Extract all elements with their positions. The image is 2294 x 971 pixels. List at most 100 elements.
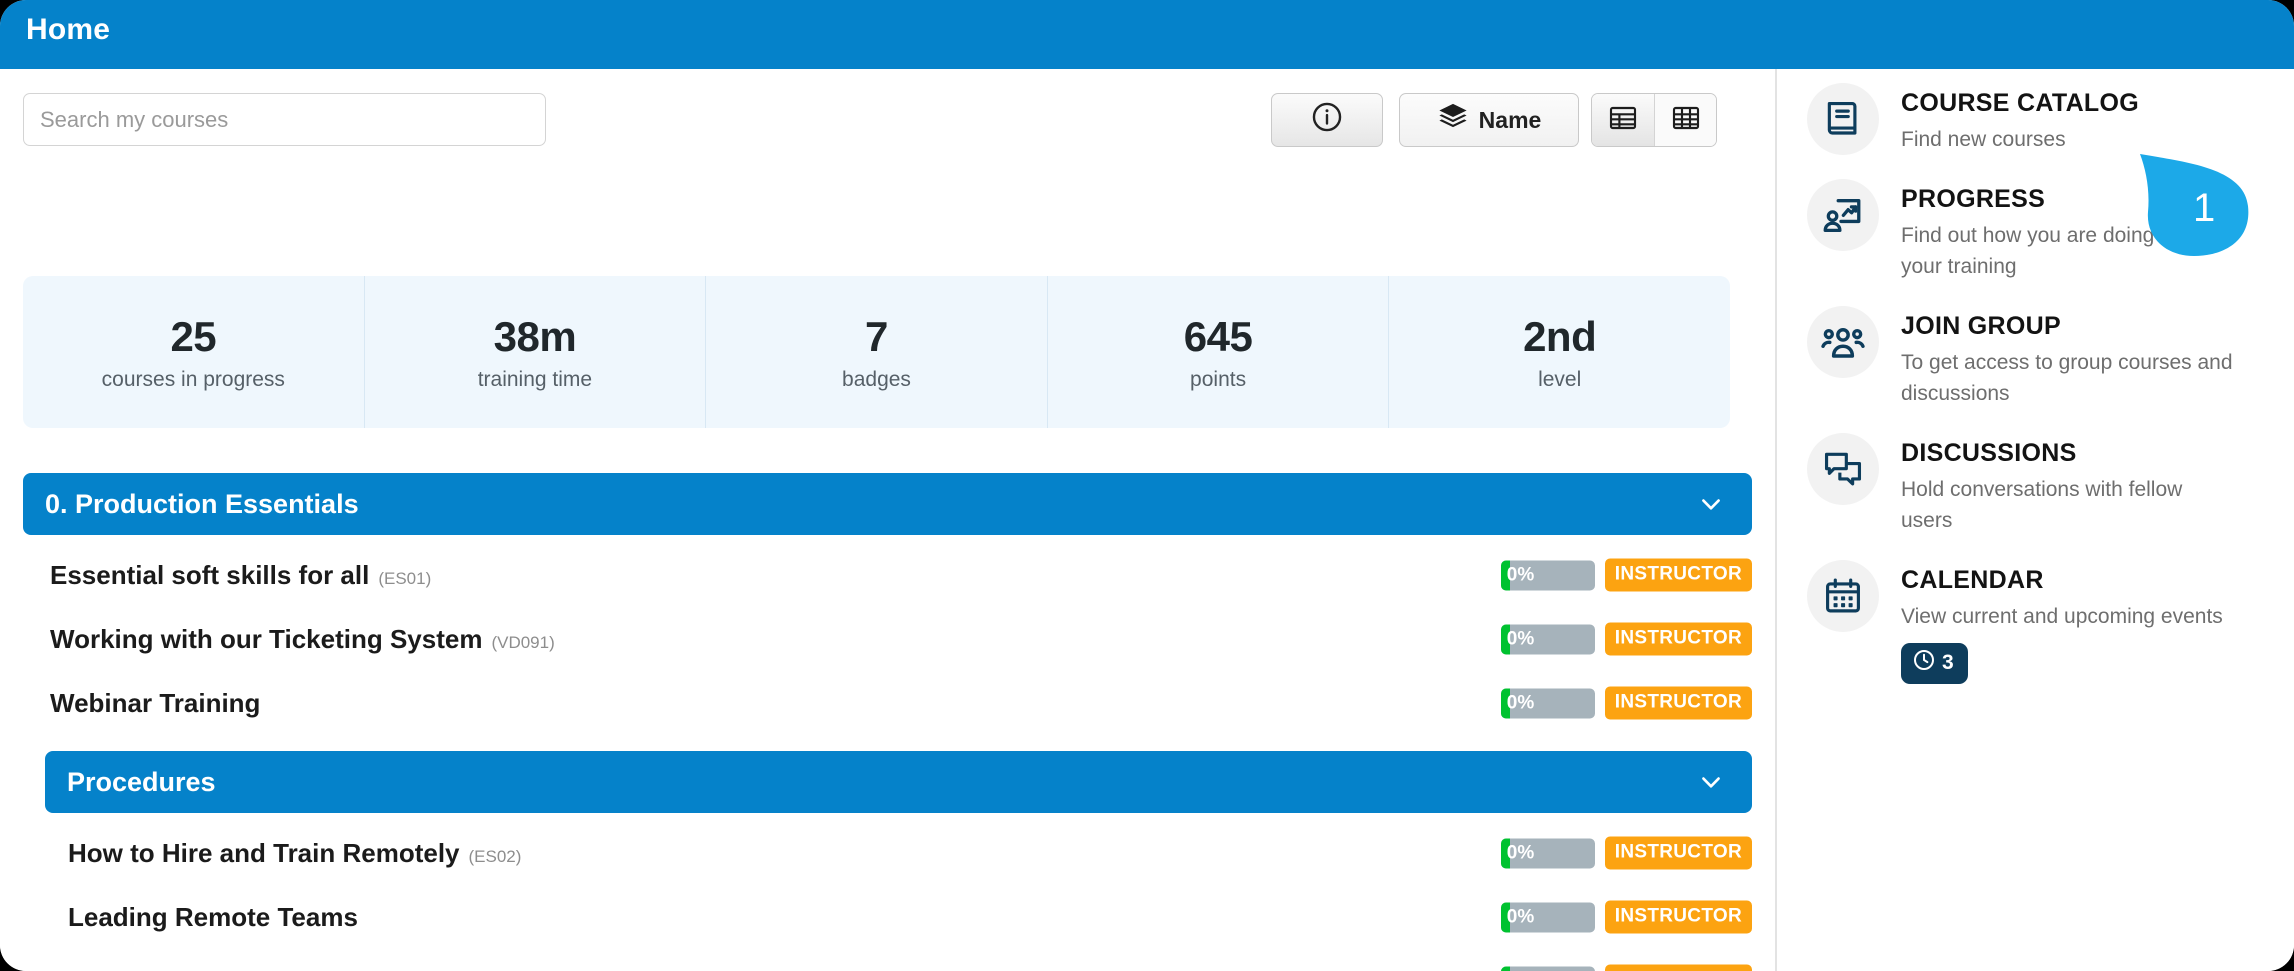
progress-bar: 0% — [1501, 902, 1595, 932]
course-row-meta: 0%INSTRUCTOR — [1501, 623, 1752, 656]
view-list-button[interactable] — [1592, 94, 1654, 146]
section-title: 0. Production Essentials — [45, 489, 359, 520]
stat-label: training time — [478, 368, 592, 392]
stat-label: level — [1538, 368, 1581, 392]
course-row-meta: 0% INSTRUCTOR — [1501, 687, 1752, 720]
page-title: Home — [26, 13, 110, 47]
rail-item-text: DISCUSSIONS Hold conversations with fello… — [1901, 433, 2233, 536]
courses-toolbar: Name — [0, 69, 1775, 156]
rail-item-progress[interactable]: PROGRESSFind out how you are doing with … — [1777, 179, 2294, 282]
course-name: Webinar Training — [50, 688, 260, 719]
rail-item-description: View current and upcoming events — [1901, 602, 2223, 632]
rail-item-calendar[interactable]: CALENDAR View current and upcoming events… — [1777, 560, 2294, 683]
course-row[interactable]: Leading Remote Teams 0% INSTRUCTOR — [0, 891, 1775, 943]
info-button[interactable] — [1271, 93, 1383, 147]
rail-item-discussions[interactable]: DISCUSSIONS Hold conversations with fello… — [1777, 433, 2294, 536]
group-people-icon — [1807, 306, 1879, 378]
rail-item-text: PROGRESSFind out how you are doing with … — [1901, 179, 2233, 282]
app-window: Home — [0, 0, 2294, 971]
rail-item-title: JOIN GROUP — [1901, 312, 2233, 341]
progress-bar: 0% — [1501, 966, 1595, 971]
course-row-meta: 0% INSTRUCTOR — [1501, 837, 1752, 870]
rail-item-title: CALENDAR — [1901, 566, 2223, 595]
stat-value: 2nd — [1523, 313, 1596, 361]
rail-item-text: CALENDAR View current and upcoming events… — [1901, 560, 2223, 683]
course-row-meta: 0% INSTRUCTOR — [1501, 559, 1752, 592]
stat-cell: 2nd level — [1389, 276, 1730, 428]
course-row[interactable]: Essential soft skills for all (ES01) 0% INS… — [0, 549, 1775, 601]
progress-chart-icon — [1807, 179, 1879, 251]
stat-cell: 645 points — [1048, 276, 1390, 428]
course-section-header[interactable]: 0. Production Essentials — [23, 473, 1752, 535]
sort-button-label: Name — [1479, 107, 1542, 134]
view-toggle — [1591, 93, 1717, 147]
page-body: Name — [0, 69, 2294, 971]
course-section-header[interactable]: Procedures — [45, 751, 1752, 813]
view-grid-button[interactable] — [1654, 94, 1716, 146]
progress-value: 0% — [1507, 906, 1534, 928]
course-row[interactable]: Webinar Training 0% INSTRUCTOR — [0, 677, 1775, 729]
stat-cell: 7 badges — [706, 276, 1048, 428]
stat-cell: 25courses in progress — [23, 276, 365, 428]
progress-value: 0% — [1507, 842, 1534, 864]
event-count-value: 3 — [1942, 651, 1954, 675]
clock-icon — [1912, 648, 1936, 678]
course-name: Essential soft skills for all — [50, 560, 369, 591]
layers-icon — [1437, 101, 1469, 139]
rail-item-description: Find out how you are doing with your tra… — [1901, 221, 2233, 282]
rail-item-title: DISCUSSIONS — [1901, 439, 2233, 468]
rail-item-course-catalog[interactable]: COURSE CATALOGFind new courses — [1777, 83, 2294, 155]
rail-item-join-group[interactable]: JOIN GROUP To get access to group courses… — [1777, 306, 2294, 409]
chevron-down-icon[interactable] — [1698, 491, 1724, 517]
main-content: Name — [0, 69, 1775, 971]
stat-value: 645 — [1184, 313, 1253, 361]
course-row[interactable]: Working with our Ticketing System(VD091)… — [0, 613, 1775, 665]
progress-bar: 0% — [1501, 560, 1595, 590]
rail-item-text: COURSE CATALOGFind new courses — [1901, 83, 2139, 155]
calendar-icon — [1807, 560, 1879, 632]
progress-value: 0% — [1507, 692, 1534, 714]
role-badge: INSTRUCTOR — [1605, 837, 1752, 870]
progress-value: 0% — [1507, 564, 1534, 586]
role-badge: INSTRUCTOR — [1605, 965, 1752, 971]
rail-item-description: Find new courses — [1901, 125, 2139, 155]
right-rail: COURSE CATALOGFind new courses PROGRESSF… — [1777, 69, 2294, 971]
course-row[interactable]: Work at Home Efficiently 0% INSTRUCTOR — [0, 955, 1775, 971]
rail-item-description: Hold conversations with fellow users — [1901, 475, 2233, 536]
event-count-badge: 3 — [1901, 643, 1968, 684]
stat-cell: 38m training time — [365, 276, 707, 428]
stat-value: 38m — [494, 313, 577, 361]
stat-label: points — [1190, 368, 1246, 392]
sort-button[interactable]: Name — [1399, 93, 1579, 147]
course-row[interactable]: How to Hire and Train Remotely (ES02) 0% IN… — [0, 827, 1775, 879]
course-list: 0. Production Essentials Essential soft … — [0, 449, 1775, 971]
stats-strip: 25courses in progress 38m training time 7 ba… — [23, 276, 1730, 428]
course-name: Work at Home Efficiently — [68, 966, 374, 971]
list-view-icon — [1607, 102, 1639, 139]
book-icon — [1807, 83, 1879, 155]
course-name: How to Hire and Train Remotely — [68, 838, 460, 869]
role-badge: INSTRUCTOR — [1605, 559, 1752, 592]
course-code: (ES02) — [469, 847, 522, 867]
course-name: Leading Remote Teams — [68, 902, 358, 933]
info-icon — [1310, 100, 1344, 140]
section-title: Procedures — [67, 767, 216, 798]
course-row-meta: 0% INSTRUCTOR — [1501, 965, 1752, 971]
rail-item-text: JOIN GROUP To get access to group courses… — [1901, 306, 2233, 409]
progress-bar: 0% — [1501, 688, 1595, 718]
stat-value: 7 — [865, 313, 888, 361]
chat-bubbles-icon — [1807, 433, 1879, 505]
role-badge: INSTRUCTOR — [1605, 687, 1752, 720]
stat-value: 25 — [170, 313, 216, 361]
chevron-down-icon[interactable] — [1698, 769, 1724, 795]
page-header: Home — [0, 0, 2294, 69]
role-badge: INSTRUCTOR — [1605, 901, 1752, 934]
progress-value: 0% — [1507, 628, 1534, 650]
progress-bar: 0% — [1501, 838, 1595, 868]
course-name: Working with our Ticketing System — [50, 624, 482, 655]
stat-label: badges — [842, 368, 911, 392]
course-code: (ES01) — [378, 569, 431, 589]
search-input[interactable] — [23, 93, 546, 146]
rail-item-description: To get access to group courses and discu… — [1901, 348, 2233, 409]
course-row-meta: 0% INSTRUCTOR — [1501, 901, 1752, 934]
